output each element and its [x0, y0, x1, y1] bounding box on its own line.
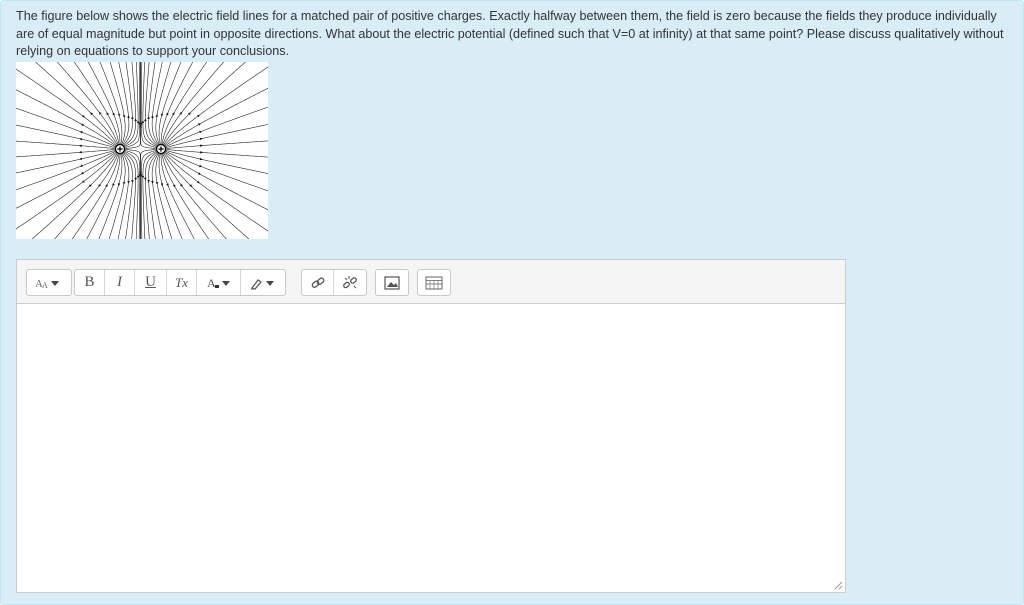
insert-image-button[interactable]	[376, 270, 408, 295]
field-arrow	[123, 114, 126, 117]
field-line	[16, 148, 118, 158]
resize-grip-icon[interactable]	[834, 581, 843, 590]
link-button[interactable]	[302, 270, 334, 295]
field-arrow	[199, 137, 203, 141]
field-line	[16, 149, 118, 191]
unlink-button[interactable]	[334, 270, 366, 295]
field-arrow	[200, 151, 203, 154]
field-arrow	[144, 177, 147, 181]
equation-editor-button[interactable]	[418, 270, 450, 295]
field-line	[140, 62, 159, 149]
font-color-icon: A	[207, 276, 230, 290]
image-icon	[384, 275, 400, 290]
field-arrow	[127, 115, 130, 118]
field-arrow	[79, 138, 83, 141]
field-arrow	[117, 183, 121, 187]
clear-format-label: Tx	[175, 274, 188, 290]
svg-text:A: A	[42, 281, 48, 290]
field-line	[121, 150, 133, 239]
link-icon	[311, 277, 324, 288]
unlink-icon	[343, 275, 357, 288]
field-line	[121, 62, 136, 148]
field-arrow	[136, 175, 140, 179]
field-arrow	[155, 114, 158, 117]
field-line	[163, 106, 268, 149]
text-style-icon: A A	[35, 278, 59, 290]
style-group: A A	[26, 269, 72, 296]
field-arrow	[78, 150, 82, 154]
svg-text:A: A	[207, 276, 216, 290]
field-line	[16, 140, 118, 150]
image-group	[375, 269, 409, 296]
field-arrow	[79, 157, 83, 160]
question-text: The figure below shows the electric fiel…	[16, 9, 1004, 59]
field-line	[163, 148, 268, 158]
field-arrow	[197, 180, 200, 184]
equation-group	[417, 269, 451, 296]
highlight-icon	[251, 278, 274, 290]
field-arrow	[131, 116, 134, 119]
link-group	[301, 269, 367, 296]
field-arrow	[151, 115, 154, 118]
field-line	[155, 62, 172, 147]
field-line	[160, 62, 194, 147]
background-color-button[interactable]	[241, 270, 285, 295]
field-arrow	[131, 180, 134, 183]
field-arrow	[197, 114, 200, 118]
field-arrow	[200, 144, 203, 147]
clear-format-button[interactable]: Tx	[167, 270, 197, 295]
bold-button[interactable]: B	[75, 270, 105, 295]
font-color-button[interactable]: A	[197, 270, 241, 295]
answer-editor: A A B I U Tx A	[16, 259, 846, 593]
underline-button[interactable]: U	[135, 270, 167, 295]
field-lines-figure	[16, 62, 268, 239]
field-line	[145, 150, 160, 239]
underline-label: U	[145, 274, 156, 290]
field-arrow	[141, 120, 145, 123]
field-arrow	[134, 177, 137, 181]
field-line	[163, 149, 268, 192]
field-arrow	[136, 120, 140, 123]
field-line	[122, 62, 141, 149]
field-line	[121, 150, 136, 239]
field-arrow	[147, 180, 150, 183]
field-arrow	[155, 181, 159, 185]
field-arrow	[78, 144, 82, 148]
field-line	[163, 140, 268, 150]
question-panel: The figure below shows the electric fiel…	[0, 0, 1024, 605]
field-line	[148, 150, 160, 239]
field-lines-diagram	[16, 62, 268, 239]
field-arrow	[199, 157, 203, 161]
italic-button[interactable]: I	[105, 270, 135, 295]
field-line	[145, 62, 160, 148]
bold-label: B	[84, 274, 95, 290]
field-line	[16, 107, 118, 149]
field-arrow	[160, 183, 164, 187]
field-arrow	[144, 118, 147, 122]
field-arrow	[134, 118, 137, 122]
field-line	[87, 62, 121, 147]
field-line	[117, 150, 130, 239]
field-arrow	[147, 116, 150, 119]
italic-label: I	[117, 274, 122, 290]
field-line	[151, 150, 164, 239]
field-arrow	[141, 175, 145, 179]
keyboard-icon	[425, 276, 443, 289]
editor-content-area[interactable]	[17, 304, 845, 592]
field-line	[86, 151, 121, 239]
field-line	[109, 62, 126, 147]
field-arrow	[122, 181, 126, 185]
editor-toolbar: A A B I U Tx A	[17, 260, 845, 304]
paragraph-style-button[interactable]: A A	[27, 270, 71, 295]
field-line	[160, 151, 195, 239]
format-group: B I U Tx A	[74, 269, 286, 296]
